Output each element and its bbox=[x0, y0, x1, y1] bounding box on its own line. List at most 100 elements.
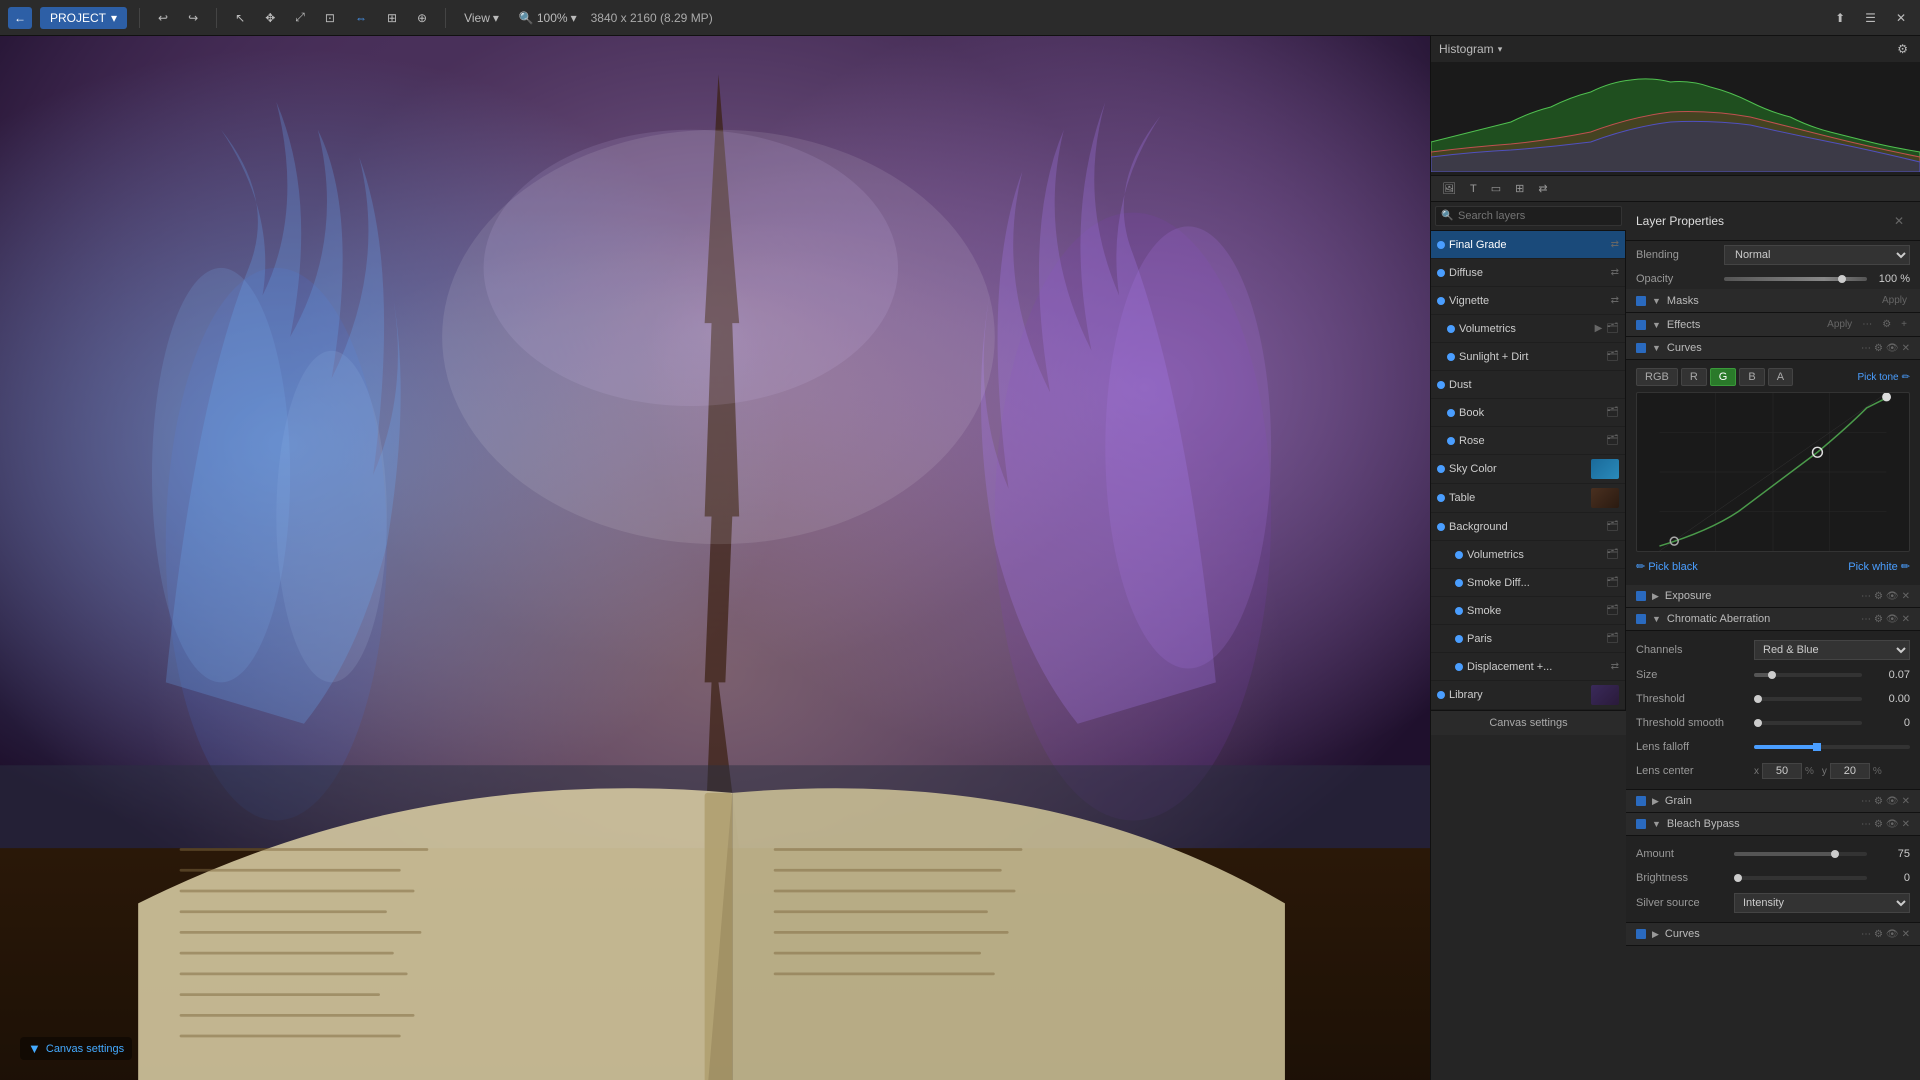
curves-bottom-settings-btn[interactable]: ⚙ bbox=[1874, 929, 1883, 940]
curves-delete-btn[interactable]: ✕ bbox=[1902, 343, 1910, 354]
layer-item-volumetrics[interactable]: Volumetrics ▶ 🗂 bbox=[1431, 315, 1625, 343]
layer-item-paris[interactable]: Paris 🗂 bbox=[1431, 625, 1625, 653]
ca-header[interactable]: Chromatic Aberration ⋯ ⚙ 👁 ✕ bbox=[1626, 608, 1920, 631]
bleach-header[interactable]: Bleach Bypass ⋯ ⚙ 👁 ✕ bbox=[1626, 813, 1920, 836]
mask-tool[interactable]: ⊞ bbox=[381, 7, 403, 29]
bleach-amount-slider[interactable] bbox=[1734, 852, 1867, 856]
bleach-visibility-btn[interactable]: 👁 bbox=[1886, 819, 1899, 830]
masks-section-header[interactable]: Masks Apply bbox=[1626, 289, 1920, 313]
grain-delete-btn[interactable]: ✕ bbox=[1902, 796, 1910, 807]
exposure-visibility-btn[interactable]: 👁 bbox=[1886, 591, 1899, 602]
move-tool[interactable]: ✥ bbox=[259, 7, 281, 29]
effects-menu-btn[interactable]: ⋯ bbox=[1859, 318, 1875, 331]
select-tool[interactable]: ↖ bbox=[229, 7, 251, 29]
grain-settings-btn[interactable]: ⚙ bbox=[1874, 796, 1883, 807]
layer-item-smoke-diff[interactable]: Smoke Diff... 🗂 bbox=[1431, 569, 1625, 597]
layer-tool-move[interactable]: ⇄ bbox=[1533, 179, 1552, 198]
share-button[interactable]: ⬆ bbox=[1829, 7, 1851, 29]
exposure-settings-btn[interactable]: ⚙ bbox=[1874, 591, 1883, 602]
grain-header[interactable]: Grain ⋯ ⚙ 👁 ✕ bbox=[1626, 790, 1920, 813]
curves-menu-btn[interactable]: ⋯ bbox=[1861, 343, 1871, 354]
layer-item-diffuse[interactable]: Diffuse ⇄ bbox=[1431, 259, 1625, 287]
curves-bottom-delete-btn[interactable]: ✕ bbox=[1902, 929, 1910, 940]
ca-channels-select[interactable]: Red & Blue bbox=[1754, 640, 1910, 660]
curves-visibility-btn[interactable]: 👁 bbox=[1886, 343, 1899, 354]
panels-button[interactable]: ☰ bbox=[1859, 7, 1882, 29]
canvas-settings-button[interactable]: Canvas settings bbox=[1431, 710, 1626, 735]
curves-effect-header[interactable]: Curves ⋯ ⚙ 👁 ✕ bbox=[1626, 337, 1920, 360]
lens-x-input[interactable] bbox=[1762, 763, 1802, 779]
ca-settings-btn[interactable]: ⚙ bbox=[1874, 614, 1883, 625]
histogram-settings-btn[interactable]: ⚙ bbox=[1893, 40, 1912, 58]
exposure-header[interactable]: Exposure ⋯ ⚙ 👁 ✕ bbox=[1626, 585, 1920, 608]
curve-tab-g[interactable]: G bbox=[1710, 368, 1737, 386]
layer-item-rose[interactable]: Rose 🗂 bbox=[1431, 427, 1625, 455]
layer-item-background[interactable]: Background 🗂 bbox=[1431, 513, 1625, 541]
exposure-menu-btn[interactable]: ⋯ bbox=[1861, 591, 1871, 602]
redo-button[interactable]: ↪ bbox=[182, 7, 204, 29]
curves-bottom-header[interactable]: Curves ⋯ ⚙ 👁 ✕ bbox=[1626, 923, 1920, 946]
view-button[interactable]: View ▾ bbox=[458, 7, 505, 29]
layer-item-volumetrics2[interactable]: Volumetrics 🗂 bbox=[1431, 541, 1625, 569]
layer-item-displacement[interactable]: Displacement +... ⇄ bbox=[1431, 653, 1625, 681]
ca-menu-btn[interactable]: ⋯ bbox=[1861, 614, 1871, 625]
curve-tab-rgb[interactable]: RGB bbox=[1636, 368, 1678, 386]
ca-threshold-slider[interactable] bbox=[1754, 697, 1862, 701]
grain-visibility-btn[interactable]: 👁 bbox=[1886, 796, 1899, 807]
zoom-button[interactable]: 🔍 100% ▾ bbox=[513, 7, 583, 29]
bleach-menu-btn[interactable]: ⋯ bbox=[1861, 819, 1871, 830]
curve-tab-b[interactable]: B bbox=[1739, 368, 1764, 386]
layer-item-final-grade[interactable]: Final Grade ⇄ bbox=[1431, 231, 1625, 259]
layer-tool-text[interactable]: T bbox=[1465, 180, 1482, 198]
bleach-silver-select[interactable]: Intensity bbox=[1734, 893, 1910, 913]
grain-menu-btn[interactable]: ⋯ bbox=[1861, 796, 1871, 807]
ca-threshold-smooth-slider[interactable] bbox=[1754, 721, 1862, 725]
ca-delete-btn[interactable]: ✕ bbox=[1902, 614, 1910, 625]
crop-tool[interactable]: ⊡ bbox=[319, 7, 341, 29]
pick-white-btn[interactable]: Pick white ✏ bbox=[1848, 560, 1910, 573]
opacity-slider[interactable] bbox=[1724, 277, 1867, 281]
effects-settings-btn[interactable]: ⚙ bbox=[1879, 318, 1894, 331]
layer-tool-shape[interactable]: ▭ bbox=[1486, 179, 1506, 198]
layer-item-vignette[interactable]: Vignette ⇄ bbox=[1431, 287, 1625, 315]
bleach-settings-btn[interactable]: ⚙ bbox=[1874, 819, 1883, 830]
ca-visibility-btn[interactable]: 👁 bbox=[1886, 614, 1899, 625]
layer-props-close[interactable]: ✕ bbox=[1888, 210, 1910, 232]
layer-item-sky-color[interactable]: Sky Color bbox=[1431, 455, 1625, 484]
settings-button[interactable]: ✕ bbox=[1890, 7, 1912, 29]
layer-tool-img[interactable]: 🖼 bbox=[1437, 179, 1461, 198]
layer-item-smoke[interactable]: Smoke 🗂 bbox=[1431, 597, 1625, 625]
layer-item-dust[interactable]: Dust bbox=[1431, 371, 1625, 399]
layer-item-book[interactable]: Book 🗂 bbox=[1431, 399, 1625, 427]
curve-tab-a[interactable]: A bbox=[1768, 368, 1793, 386]
lens-y-input[interactable] bbox=[1830, 763, 1870, 779]
undo-button[interactable]: ↩ bbox=[152, 7, 174, 29]
mirror-tool[interactable]: ⇔ bbox=[349, 7, 373, 29]
blending-select[interactable]: Normal bbox=[1724, 245, 1910, 265]
curves-bottom-menu-btn[interactable]: ⋯ bbox=[1861, 929, 1871, 940]
effects-section-header[interactable]: Effects Apply ⋯ ⚙ + bbox=[1626, 313, 1920, 337]
search-input[interactable] bbox=[1435, 206, 1622, 226]
pin-tool[interactable]: ⊕ bbox=[411, 7, 433, 29]
pick-tone-btn[interactable]: Pick tone bbox=[1857, 372, 1898, 383]
layer-tool-adjust[interactable]: ⊞ bbox=[1510, 179, 1529, 198]
project-button[interactable]: PROJECT ▾ bbox=[40, 7, 127, 29]
bleach-delete-btn[interactable]: ✕ bbox=[1902, 819, 1910, 830]
layer-item-library[interactable]: Library bbox=[1431, 681, 1625, 710]
layer-item-sunlight[interactable]: Sunlight + Dirt 🗂 bbox=[1431, 343, 1625, 371]
ca-lens-falloff-slider[interactable] bbox=[1754, 745, 1910, 749]
back-button[interactable]: ← bbox=[8, 7, 32, 29]
ca-size-slider[interactable] bbox=[1754, 673, 1862, 677]
curves-bottom-visibility-btn[interactable]: 👁 bbox=[1886, 929, 1899, 940]
canvas-area[interactable]: ▼ Canvas settings bbox=[0, 36, 1430, 1080]
curves-settings-btn[interactable]: ⚙ bbox=[1874, 343, 1883, 354]
masks-apply-btn[interactable]: Apply bbox=[1879, 294, 1910, 307]
pick-black-btn[interactable]: ✏ Pick black bbox=[1636, 560, 1698, 573]
bleach-brightness-slider[interactable] bbox=[1734, 876, 1867, 880]
exposure-delete-btn[interactable]: ✕ bbox=[1902, 591, 1910, 602]
transform-tool[interactable]: ⤢ bbox=[289, 6, 311, 29]
curve-tab-r[interactable]: R bbox=[1681, 368, 1707, 386]
effects-apply-btn[interactable]: Apply bbox=[1824, 318, 1855, 331]
effects-plus-btn[interactable]: + bbox=[1898, 318, 1910, 331]
layer-item-table[interactable]: Table bbox=[1431, 484, 1625, 513]
